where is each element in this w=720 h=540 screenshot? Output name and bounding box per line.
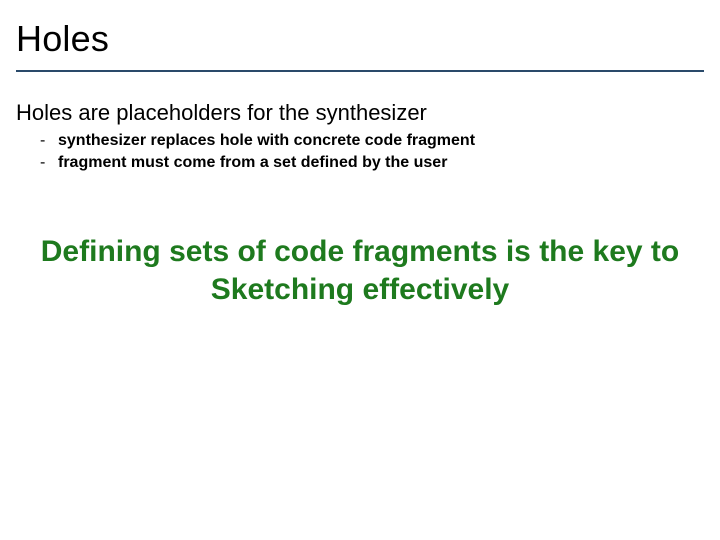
title-rule: [16, 70, 704, 72]
lead-paragraph: Holes are placeholders for the synthesiz…: [16, 100, 704, 126]
slide: Holes Holes are placeholders for the syn…: [0, 0, 720, 540]
bullet-list: synthesizer replaces hole with concrete …: [16, 130, 704, 173]
slide-title: Holes: [16, 18, 704, 60]
callout-text: Defining sets of code fragments is the k…: [40, 233, 680, 308]
list-item: synthesizer replaces hole with concrete …: [58, 130, 704, 152]
list-item: fragment must come from a set defined by…: [58, 152, 704, 174]
